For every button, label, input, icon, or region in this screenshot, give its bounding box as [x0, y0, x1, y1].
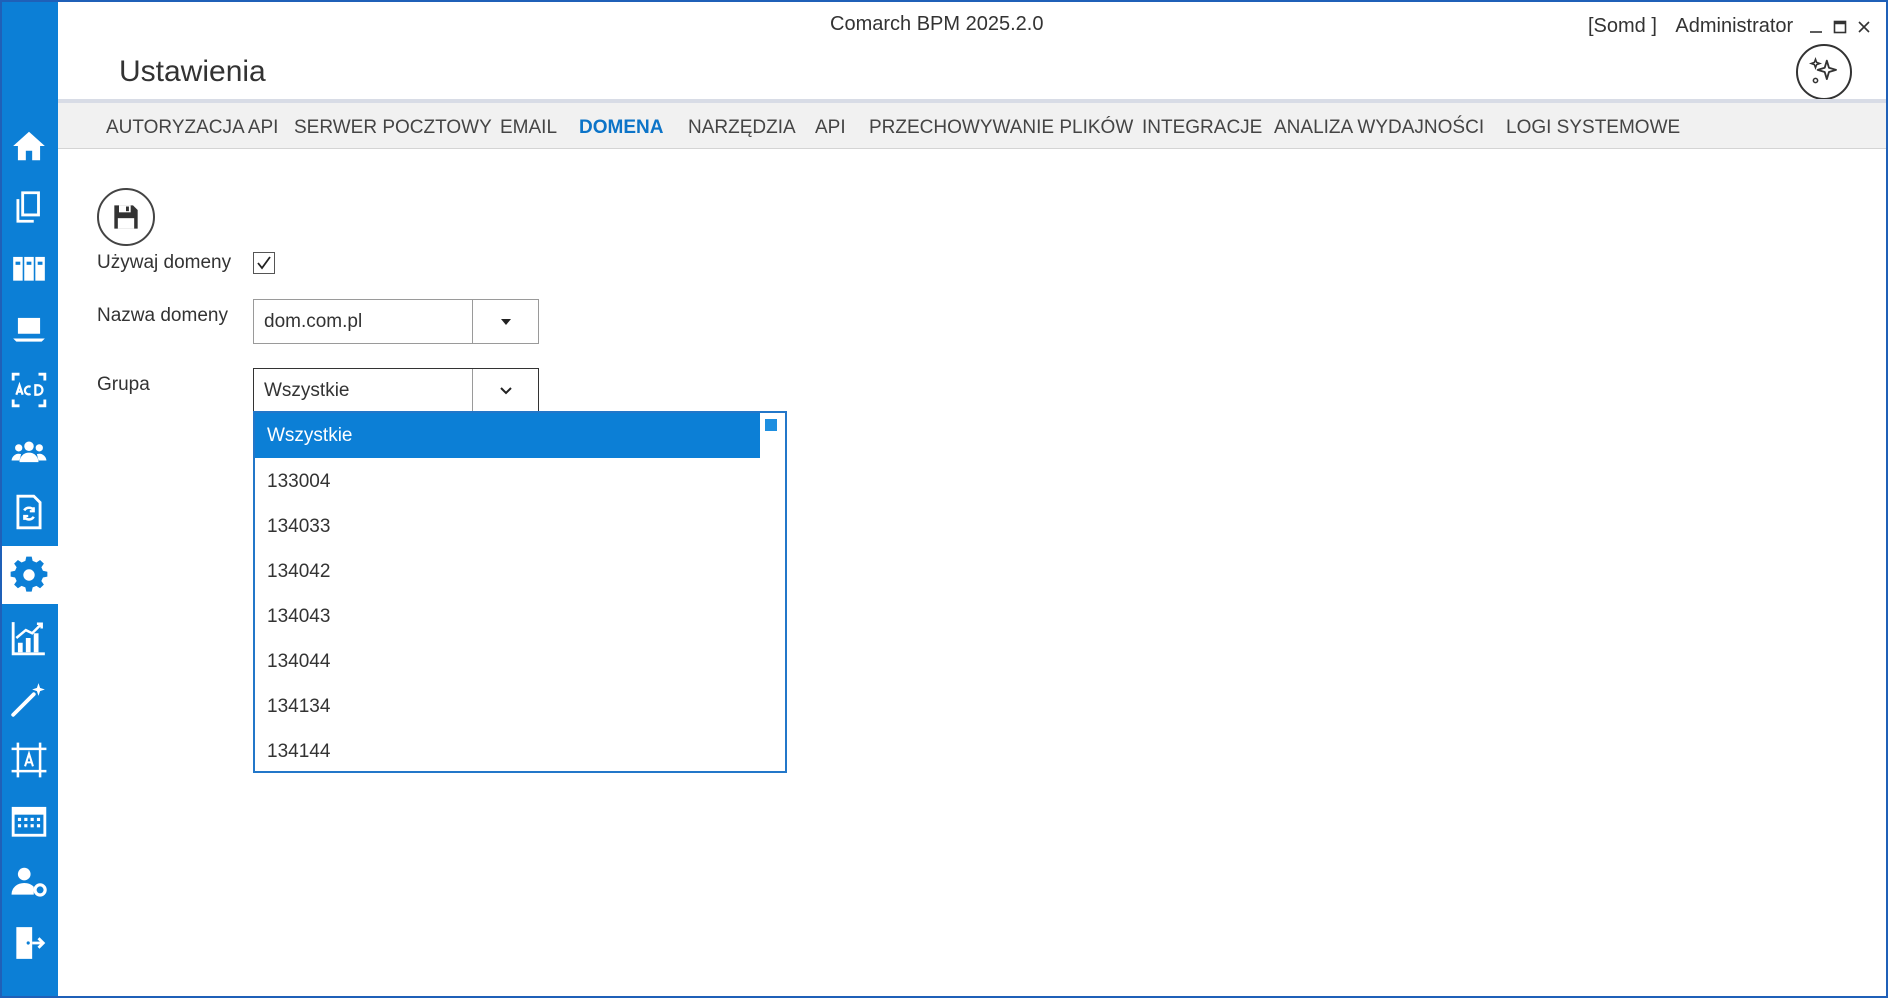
sidebar-item-wizard[interactable]: [0, 670, 58, 728]
documents-icon: [16, 191, 40, 223]
sparkles-icon: [1808, 56, 1837, 84]
magic-wand-icon: [11, 683, 45, 717]
maximize-icon: [1833, 20, 1847, 34]
calendar-icon: [11, 806, 47, 837]
sidebar-item-designer[interactable]: [0, 731, 58, 789]
sidebar-item-documents[interactable]: [0, 178, 58, 236]
ai-assistant-button[interactable]: [1796, 44, 1852, 100]
chart-icon: [11, 622, 45, 656]
use-domain-label: Używaj domeny: [97, 252, 232, 273]
domain-name-label: Nazwa domeny: [97, 305, 228, 326]
dropdown-option[interactable]: 134033: [255, 504, 760, 549]
user-settings-icon: [11, 867, 47, 897]
environment-label: [Somd ]: [1588, 15, 1657, 37]
sidebar-item-users[interactable]: [0, 422, 58, 480]
gear-icon: [10, 556, 48, 592]
logout-icon: [16, 927, 46, 959]
acd-icon: [11, 372, 47, 408]
chevron-down-icon: [499, 386, 512, 394]
group-dropdown-button[interactable]: [472, 369, 538, 412]
domain-dropdown-button[interactable]: [472, 300, 538, 343]
sidebar-item-document-sync[interactable]: [0, 483, 58, 541]
minimize-button[interactable]: [1805, 16, 1827, 38]
group-value: Wszystkie: [264, 380, 350, 401]
dropdown-scrollbar-thumb[interactable]: [765, 419, 777, 431]
domain-name-combo[interactable]: dom.com.pl: [253, 299, 539, 344]
sidebar-item-logout[interactable]: [0, 914, 58, 972]
page-title: Ustawienia: [119, 55, 266, 88]
sidebar-item-user-settings[interactable]: [0, 853, 58, 911]
save-button[interactable]: [97, 188, 155, 246]
minimize-icon: [1810, 31, 1822, 33]
sidebar-item-calendar[interactable]: [0, 792, 58, 850]
tab-przechowywanie-plikow[interactable]: PRZECHOWYWANIE PLIKÓW: [869, 117, 1133, 139]
users-icon: [11, 441, 47, 463]
dropdown-option[interactable]: 134042: [255, 549, 760, 594]
user-name[interactable]: Administrator: [1675, 15, 1793, 37]
sidebar: [0, 0, 58, 998]
dropdown-option[interactable]: 134134: [255, 684, 760, 729]
app-title: Comarch BPM 2025.2.0: [830, 13, 1044, 35]
tab-serwer-pocztowy[interactable]: SERWER POCZTOWY: [294, 117, 492, 139]
document-sync-icon: [16, 494, 42, 530]
designer-icon: [11, 742, 47, 778]
group-label: Grupa: [97, 374, 150, 395]
close-icon: [1858, 21, 1870, 33]
sidebar-item-home[interactable]: [0, 117, 58, 175]
domain-name-value: dom.com.pl: [264, 311, 363, 332]
binders-icon: [13, 256, 45, 281]
tab-api[interactable]: API: [815, 117, 846, 139]
sidebar-item-binders[interactable]: [0, 239, 58, 297]
tab-bar: AUTORYZACJA API SERWER POCZTOWY EMAIL DO…: [58, 99, 1888, 149]
dropdown-option[interactable]: 133004: [255, 459, 760, 504]
floppy-disk-icon: [114, 205, 138, 229]
dropdown-option[interactable]: 134044: [255, 639, 760, 684]
group-combo[interactable]: Wszystkie: [253, 368, 539, 413]
dropdown-option[interactable]: 134144: [255, 729, 760, 771]
close-button[interactable]: [1853, 16, 1875, 38]
tab-analiza-wydajnosci[interactable]: ANALIZA WYDAJNOŚCI: [1274, 117, 1484, 139]
use-domain-checkbox[interactable]: [253, 252, 275, 274]
tab-logi-systemowe[interactable]: LOGI SYSTEMOWE: [1506, 117, 1680, 139]
dropdown-option[interactable]: Wszystkie: [255, 413, 760, 458]
tab-integracje[interactable]: INTEGRACJE: [1142, 117, 1262, 139]
sidebar-item-analytics[interactable]: [0, 609, 58, 667]
home-icon: [13, 131, 45, 161]
user-area: [Somd ] Administrator: [1588, 15, 1793, 38]
caret-down-icon: [500, 318, 511, 325]
sidebar-item-laptop[interactable]: [0, 300, 58, 358]
tab-narzedzia[interactable]: NARZĘDZIA: [688, 117, 796, 139]
tab-autoryzacja-api[interactable]: AUTORYZACJA API: [106, 117, 278, 139]
tab-domena[interactable]: DOMENA: [579, 117, 663, 139]
checkmark-icon: [257, 256, 271, 270]
sidebar-item-settings[interactable]: [0, 546, 58, 604]
group-dropdown-list[interactable]: Wszystkie 133004 134033 134042 134043 13…: [253, 411, 787, 773]
tab-email[interactable]: EMAIL: [500, 117, 557, 139]
laptop-icon: [13, 317, 45, 342]
dropdown-option[interactable]: 134043: [255, 594, 760, 639]
sidebar-item-acd[interactable]: [0, 361, 58, 419]
maximize-button[interactable]: [1829, 16, 1851, 38]
